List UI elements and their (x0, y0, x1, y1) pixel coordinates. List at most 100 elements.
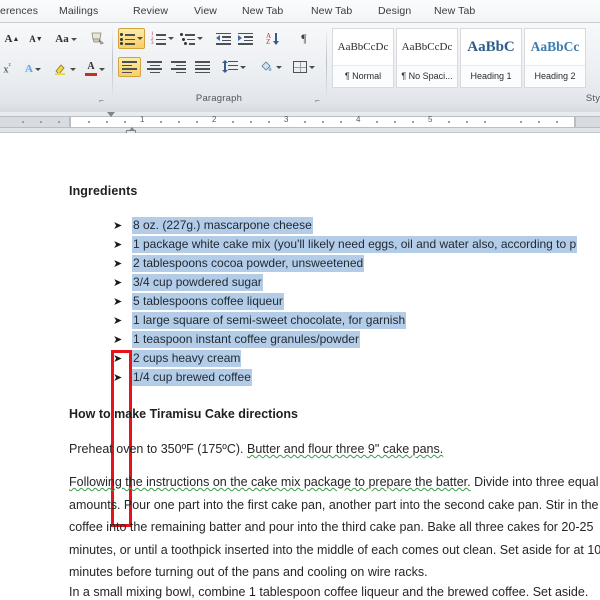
text-highlight-color-button[interactable] (50, 59, 78, 79)
line-spacing-button[interactable] (220, 57, 248, 77)
list-item[interactable]: ➤ 5 tablespoons coffee liqueur (113, 293, 600, 312)
heading-ingredients: Ingredients (69, 184, 138, 198)
multilevel-list-button[interactable] (178, 28, 205, 49)
style-normal-preview: AaBbCcDc (337, 41, 389, 53)
arrow-bullet-icon: ➤ (113, 333, 123, 346)
style-no-spacing-label: ¶ No Spaci... (397, 65, 457, 86)
show-formatting-marks-button[interactable]: ¶ (294, 28, 314, 49)
tab-new-tab-1[interactable]: New Tab (236, 3, 289, 19)
list-item[interactable]: ➤ 1/4 cup brewed coffee (113, 369, 600, 388)
list-item[interactable]: ➤ 2 cups heavy cream (113, 350, 600, 369)
sort-button[interactable]: A Z (264, 28, 284, 49)
ribbon-body: A ▲ A ▼ Aa x² A A ⌐ 1 2 3 A Z ¶ Paragrap… (0, 23, 600, 112)
align-center-button[interactable] (143, 57, 166, 77)
ingredients-list: ➤ 8 oz. (227g.) mascarpone cheese ➤ 1 pa… (113, 217, 600, 388)
tab-new-tab-2[interactable]: New Tab (305, 3, 358, 19)
ruler-number-5: 5 (428, 115, 433, 124)
paragraph-batter: Following the instructions on the cake m… (69, 471, 600, 584)
style-heading-2-preview: AaBbCc (530, 39, 580, 54)
list-item-text: 1 teaspoon instant coffee granules/powde… (132, 331, 360, 348)
sort-az-icon: A Z (266, 32, 282, 46)
list-item[interactable]: ➤ 3/4 cup powdered sugar (113, 274, 600, 293)
list-item[interactable]: ➤ 1 large square of semi-sweet chocolate… (113, 312, 600, 331)
arrow-bullet-icon: ➤ (113, 257, 123, 270)
list-item-text: 5 tablespoons coffee liqueur (132, 293, 284, 310)
increase-indent-button[interactable] (235, 28, 255, 49)
decrease-indent-icon (215, 32, 231, 45)
paragraph-preheat-grammar-flag: Butter and flour three 9" cake pans. (246, 442, 444, 456)
paragraph-preheat: Preheat oven to 350ºF (175ºC). Butter an… (69, 442, 443, 456)
grow-font-button[interactable]: A ▲ (2, 29, 22, 49)
tab-review[interactable]: Review (127, 3, 174, 19)
list-item[interactable]: ➤ 8 oz. (227g.) mascarpone cheese (113, 217, 600, 236)
font-color-button[interactable]: A (82, 59, 108, 79)
word-window: erences Mailings Review View New Tab New… (0, 0, 600, 600)
borders-icon (293, 61, 307, 73)
text-effects-button[interactable]: A (20, 59, 46, 79)
list-item-text: 2 tablespoons cocoa powder, unsweetened (132, 255, 365, 272)
style-heading-1-preview: AaBbC (467, 39, 515, 55)
tab-design[interactable]: Design (372, 3, 417, 19)
shading-button[interactable] (256, 57, 284, 77)
heading-directions: How to make Tiramisu Cake directions (69, 407, 299, 421)
paint-bucket-icon (260, 61, 271, 71)
list-item-text: 1/4 cup brewed coffee (132, 369, 252, 386)
multilevel-list-icon (180, 32, 195, 45)
ribbon: erences Mailings Review View New Tab New… (0, 0, 600, 112)
paragraph-group: 1 2 3 A Z ¶ Paragraph ⌐ (113, 23, 325, 112)
ruler-number-2: 2 (212, 115, 217, 124)
clear-formatting-button[interactable] (88, 28, 108, 48)
ruler-number-1: 1 (140, 115, 145, 124)
paragraph-batter-rest: Divide into three equal amounts. Pour on… (69, 475, 600, 579)
first-line-indent-marker[interactable] (107, 112, 115, 117)
style-no-spacing[interactable]: AaBbCcDc ¶ No Spaci... (396, 28, 458, 88)
styles-group-label: Style (585, 93, 600, 104)
document-canvas[interactable]: Ingredients ➤ 8 oz. (227g.) mascarpone c… (0, 133, 600, 600)
style-heading-1[interactable]: AaBbC Heading 1 (460, 28, 522, 88)
list-item-text: 3/4 cup powdered sugar (132, 274, 263, 291)
ribbon-tab-bar: erences Mailings Review View New Tab New… (0, 0, 600, 23)
subscript-button[interactable]: x² (0, 59, 16, 79)
highlighter-icon (54, 64, 65, 75)
increase-indent-icon (237, 32, 253, 45)
style-normal-label: ¶ Normal (333, 65, 393, 86)
horizontal-ruler[interactable]: 1 2 3 4 5 (0, 112, 600, 137)
align-left-icon (122, 61, 137, 74)
tab-view[interactable]: View (188, 3, 223, 19)
tab-new-tab-3[interactable]: New Tab (428, 3, 481, 19)
list-item[interactable]: ➤ 2 tablespoons cocoa powder, unsweetene… (113, 255, 600, 274)
decrease-indent-button[interactable] (213, 28, 233, 49)
align-left-button[interactable] (118, 57, 141, 77)
paragraph-mixing-bowl: In a small mixing bowl, combine 1 tables… (69, 585, 589, 599)
style-heading-2[interactable]: AaBbCc Heading 2 (524, 28, 586, 88)
style-no-spacing-preview: AaBbCcDc (401, 41, 453, 53)
list-item[interactable]: ➤ 1 package white cake mix (you'll likel… (113, 236, 600, 255)
paragraph-batter-grammar-flag: Following the instructions on the cake m… (69, 475, 471, 489)
line-spacing-icon (221, 59, 238, 74)
list-item-text: 8 oz. (227g.) mascarpone cheese (132, 217, 313, 234)
style-normal[interactable]: AaBbCcDc ¶ Normal (332, 28, 394, 88)
document-page: Ingredients ➤ 8 oz. (227g.) mascarpone c… (0, 141, 600, 600)
change-case-button[interactable]: Aa (52, 29, 80, 49)
ruler-number-4: 4 (356, 115, 361, 124)
list-item-text: 1 package white cake mix (you'll likely … (132, 236, 578, 253)
font-group-launcher[interactable]: ⌐ (97, 96, 106, 105)
numbered-list-icon: 1 2 3 (151, 32, 166, 46)
justify-button[interactable] (191, 57, 214, 77)
list-item-text: 1 large square of semi-sweet chocolate, … (132, 312, 407, 329)
ruler-track: 1 2 3 4 5 (0, 112, 600, 137)
paragraph-group-launcher[interactable]: ⌐ (313, 96, 322, 105)
bullets-button[interactable] (118, 28, 145, 49)
eraser-icon (91, 32, 104, 45)
shrink-font-button[interactable]: A ▼ (26, 29, 46, 49)
numbering-button[interactable]: 1 2 3 (149, 28, 176, 49)
arrow-bullet-icon: ➤ (113, 238, 123, 251)
tab-mailings[interactable]: Mailings (53, 3, 104, 19)
tab-references[interactable]: erences (0, 3, 44, 19)
list-item[interactable]: ➤ 1 teaspoon instant coffee granules/pow… (113, 331, 600, 350)
ruler-number-3: 3 (284, 115, 289, 124)
align-right-button[interactable] (167, 57, 190, 77)
borders-button[interactable] (290, 57, 318, 77)
arrow-bullet-icon: ➤ (113, 219, 123, 232)
arrow-bullet-icon: ➤ (113, 295, 123, 308)
